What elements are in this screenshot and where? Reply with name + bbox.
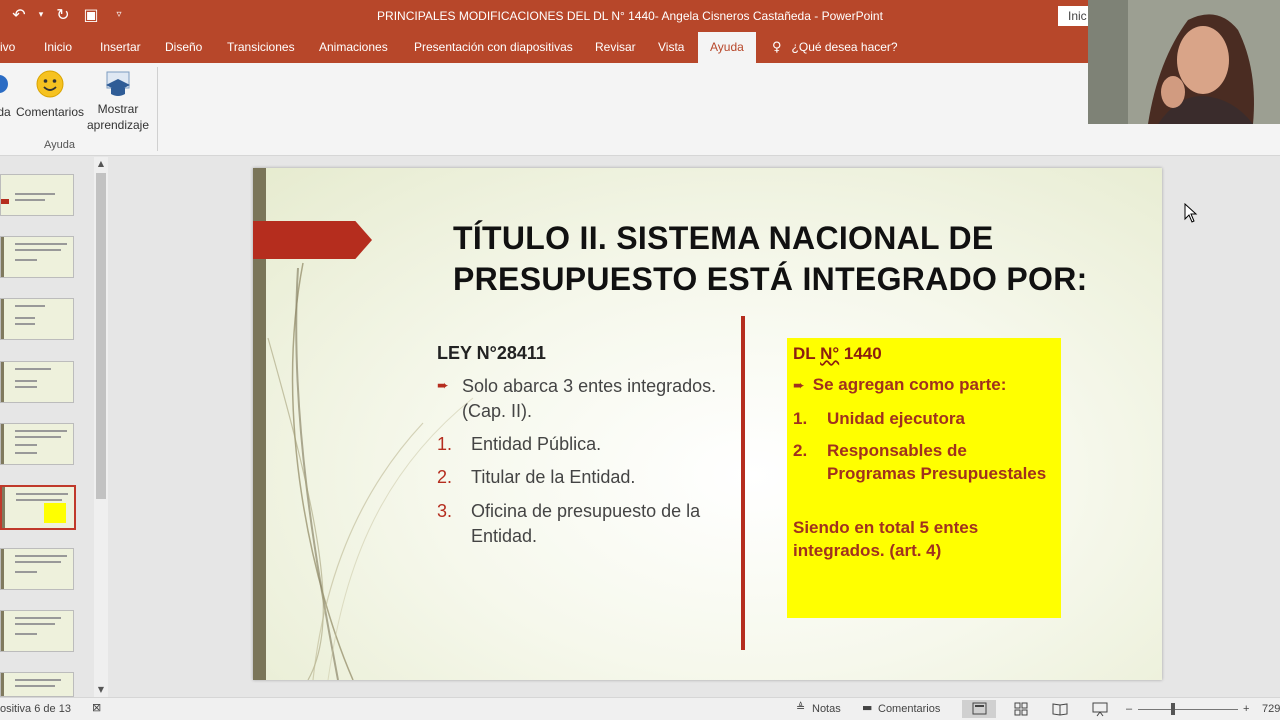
tab-review[interactable]: Revisar [583,32,648,63]
arrow-bullet-icon: ➨ [437,378,449,394]
tell-me-search[interactable]: ♀ ¿Qué desea hacer? [772,32,898,63]
dl-bullet-text: Se agregan como parte: [812,375,1007,394]
dl-heading-prefix: DL [793,344,821,363]
ley-list-item: 3. Oficina de presupuesto de la Entidad. [437,499,737,549]
notes-button[interactable]: Notas [812,703,841,715]
slide-thumbnail[interactable] [0,548,74,590]
show-training-label-2: aprendizaje [86,118,150,132]
feedback-comments-button[interactable]: Comentarios [14,69,86,119]
ley-item-number: 3. [437,501,453,521]
zoom-slider[interactable] [1138,709,1238,710]
zoom-out-button[interactable]: – [1126,703,1132,715]
tab-help[interactable]: Ayuda [698,32,756,63]
slideshow-view-icon [1092,702,1108,717]
slide-canvas[interactable]: TÍTULO II. SISTEMA NACIONAL DE PRESUPUES… [253,168,1162,680]
normal-view-button[interactable] [962,700,996,718]
scroll-up-icon[interactable]: ▲ [94,157,108,171]
dl-heading: DL N° 1440 [793,344,882,364]
tab-view[interactable]: Vista [646,32,696,63]
slide-title-line-2: PRESUPUESTO ESTÁ INTEGRADO POR: [453,261,1088,297]
reading-view-button[interactable] [1043,700,1077,718]
zoom-in-button[interactable]: + [1243,703,1249,715]
arrow-bullet-icon: ➨ [793,378,805,394]
reading-view-icon [1052,703,1068,716]
dl-item-number: 1. [793,409,808,428]
comments-label: Comentarios [15,105,85,119]
ley-bullet-text: Solo abarca 3 entes integrados. (Cap. II… [462,376,717,421]
slideshow-view-button[interactable] [1083,700,1117,718]
ley-item-number: 1. [437,434,453,454]
ribbon-group-separator [157,67,158,151]
webcam-overlay [1088,0,1280,124]
dl-item-number: 2. [793,441,808,460]
tab-home[interactable]: Inicio [32,32,84,63]
slide-thumbnail[interactable] [0,672,74,697]
slide-red-arrow [253,221,372,259]
slide-thumbnail[interactable] [0,423,74,465]
slide-thumbnails-panel: ▲ ▼ [0,157,112,697]
slide-thumbnail-selected[interactable] [0,485,76,530]
slide-sorter-icon [1014,702,1028,716]
tab-insert[interactable]: Insertar [88,32,153,63]
mouse-cursor-icon [1184,203,1198,223]
slide-sorter-button[interactable] [1004,700,1038,718]
tab-animations[interactable]: Animaciones [307,32,400,63]
dl-list-item: 2. Responsables de Programas Presupuesta… [793,439,1055,485]
dl-highlight-box: DL N° 1440 ➨ Se agregan como parte: 1. Un… [787,338,1061,618]
show-training-button[interactable]: Mostrar aprendizaje [86,69,150,133]
dl-bullet: ➨ Se agregan como parte: [793,375,1055,395]
ribbon-group-label: Ayuda [44,139,75,151]
thumbnail-scrollbar[interactable]: ▲ ▼ [94,157,108,697]
dl-total-text: Siendo en total 5 entes integrados. (art… [793,518,979,560]
slide-thumbnail[interactable] [0,610,74,652]
show-training-label-1: Mostrar [97,102,139,116]
accessibility-icon[interactable]: ⊠ [92,701,101,714]
presenter-video [1088,0,1280,124]
help-button-label: da [0,105,11,119]
slide-indicator: ositiva 6 de 13 [0,703,71,715]
zoom-slider-handle[interactable] [1171,703,1175,715]
dl-item-text: Unidad ejecutora [827,409,965,428]
help-button-partial[interactable]: da [0,69,12,119]
status-bar: ositiva 6 de 13 ⊠ ≜ Notas ▬ Comentarios … [0,697,1280,720]
normal-view-icon [972,702,987,715]
zoom-level[interactable]: 729 [1262,703,1280,715]
tab-design[interactable]: Diseño [153,32,214,63]
dl-heading-underlined: N° [820,344,840,363]
ley-item-text: Entidad Pública. [471,434,602,454]
smiley-icon [36,70,64,98]
slide-title-line-1: TÍTULO II. SISTEMA NACIONAL DE [453,220,994,256]
tab-file[interactable]: ivo [0,32,27,63]
scrollbar-thumb[interactable] [96,173,106,499]
ley-item-text: Titular de la Entidad. [471,467,636,487]
ley-item-text: Oficina de presupuesto de la Entidad. [471,501,701,546]
dl-item-text: Responsables de Programas Presupuestales [827,441,1047,483]
scroll-down-icon[interactable]: ▼ [94,683,108,697]
tab-slideshow[interactable]: Presentación con diapositivas [402,32,585,63]
notes-icon: ≜ [796,701,806,714]
dl-list-item: 1. Unidad ejecutora [793,407,1055,430]
ley-list-item: 1. Entidad Pública. [437,432,737,457]
lightbulb-icon: ♀ [772,40,782,55]
ley-heading: LEY N°28411 [437,343,546,363]
slide-title: TÍTULO II. SISTEMA NACIONAL DE PRESUPUES… [453,218,1093,300]
comments-icon: ▬ [862,701,873,714]
ley-list-item: 2. Titular de la Entidad. [437,465,737,490]
tab-transitions[interactable]: Transiciones [215,32,307,63]
ley-item-number: 2. [437,467,453,487]
slide-thumbnail[interactable] [0,298,74,340]
dl-heading-suffix: 1440 [839,344,882,363]
slide-thumbnail[interactable] [0,236,74,278]
help-icon [0,75,8,93]
tell-me-label: ¿Qué desea hacer? [791,40,898,54]
column-divider [741,316,745,650]
comments-button[interactable]: Comentarios [878,703,940,715]
graduation-cap-icon [106,71,130,96]
ley-bullet: ➨ Solo abarca 3 entes integrados. (Cap. … [437,374,727,424]
slide-thumbnail[interactable] [0,361,74,403]
slide-thumbnail[interactable] [0,174,74,216]
